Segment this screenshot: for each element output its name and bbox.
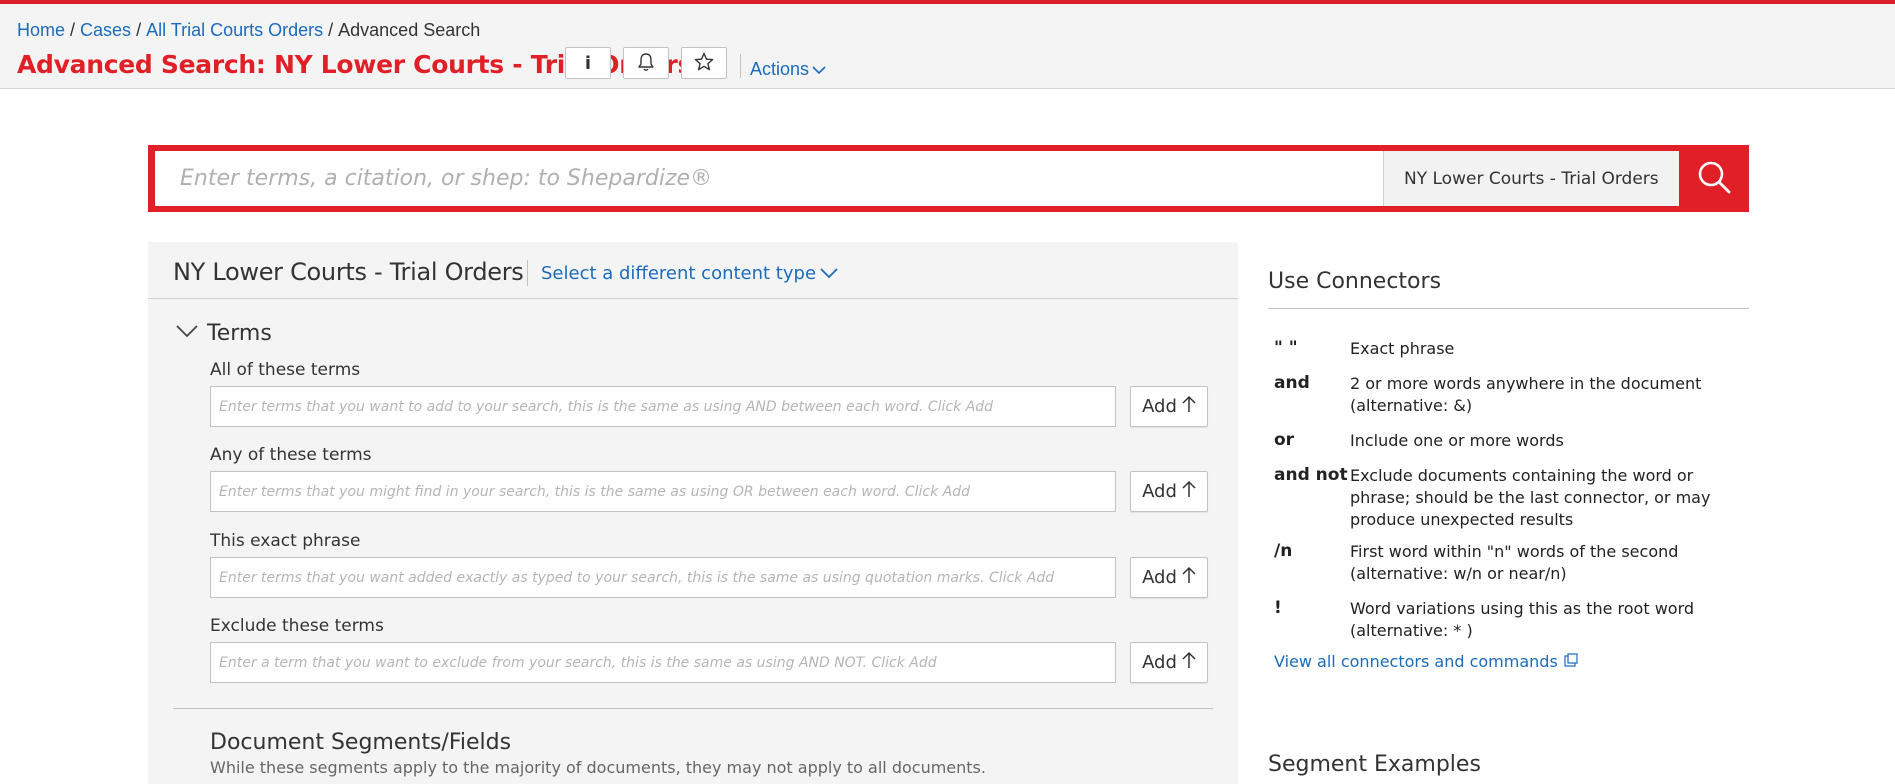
search-input[interactable] — [155, 151, 1383, 206]
connector-row: /n First word within "n" words of the se… — [1274, 541, 1735, 585]
add-button-label: Add — [1142, 481, 1177, 502]
add-button-label: Add — [1142, 652, 1177, 673]
breadcrumb-separator: / — [70, 20, 76, 40]
connector-description: Include one or more words — [1350, 431, 1564, 450]
all-terms-input[interactable] — [210, 386, 1116, 427]
exclude-terms-input[interactable] — [210, 642, 1116, 683]
exact-phrase-input[interactable] — [210, 557, 1116, 598]
view-all-connectors-label: View all connectors and commands — [1274, 652, 1558, 671]
breadcrumb-home[interactable]: Home — [17, 20, 65, 40]
select-content-type-link[interactable]: Select a different content type — [541, 263, 838, 284]
connector-description: Exact phrase — [1350, 339, 1455, 358]
connector-description: Exclude documents containing the word or… — [1350, 466, 1711, 529]
chevron-down-icon — [175, 323, 199, 344]
any-terms-input[interactable] — [210, 471, 1116, 512]
exclude-terms-label: Exclude these terms — [210, 616, 384, 636]
connector-symbol: " " — [1274, 338, 1298, 358]
connector-description: Word variations using this as the root w… — [1350, 599, 1695, 640]
section-divider — [173, 708, 1213, 709]
connector-symbol: and — [1274, 373, 1310, 393]
arrow-up-icon — [1182, 651, 1196, 674]
segment-examples-title: Segment Examples — [1268, 752, 1481, 777]
actions-menu[interactable]: Actions — [750, 59, 826, 80]
alert-button[interactable] — [623, 47, 669, 79]
info-icon: i — [584, 52, 592, 74]
all-terms-label: All of these terms — [210, 360, 361, 380]
connector-row: ! Word variations using this as the root… — [1274, 598, 1735, 642]
connector-description: 2 or more words anywhere in the document… — [1350, 374, 1702, 415]
connectors-title: Use Connectors — [1268, 269, 1442, 294]
content-type-header: NY Lower Courts - Trial Orders Select a … — [148, 242, 1238, 299]
breadcrumb-current: Advanced Search — [338, 20, 481, 40]
terms-section-toggle[interactable]: Terms — [175, 321, 272, 346]
content-type-title: NY Lower Courts - Trial Orders — [173, 258, 524, 286]
connector-row: " " Exact phrase — [1274, 338, 1735, 360]
breadcrumb-separator: / — [328, 20, 334, 40]
star-icon — [694, 52, 714, 75]
terms-section-label: Terms — [207, 321, 272, 346]
breadcrumb-cases[interactable]: Cases — [80, 20, 131, 40]
content-type-divider — [527, 260, 528, 286]
exact-phrase-add-button[interactable]: Add — [1130, 557, 1208, 598]
search-button[interactable] — [1679, 145, 1749, 212]
breadcrumb-separator: / — [136, 20, 142, 40]
advanced-search-form: NY Lower Courts - Trial Orders Select a … — [148, 242, 1238, 784]
search-scope-label: NY Lower Courts - Trial Orders — [1404, 168, 1659, 189]
exclude-terms-add-button[interactable]: Add — [1130, 642, 1208, 683]
breadcrumb: Home / Cases / All Trial Courts Orders / Advan… — [17, 20, 480, 41]
all-terms-add-button[interactable]: Add — [1130, 386, 1208, 427]
any-terms-label: Any of these terms — [210, 445, 372, 465]
view-all-connectors-link[interactable]: View all connectors and commands — [1274, 652, 1578, 671]
arrow-up-icon — [1182, 395, 1196, 418]
add-button-label: Add — [1142, 567, 1177, 588]
arrow-up-icon — [1182, 480, 1196, 503]
page-header: Home / Cases / All Trial Courts Orders / Advan… — [0, 4, 1895, 89]
favorite-button[interactable] — [681, 47, 727, 79]
connector-symbol: and not — [1274, 465, 1348, 485]
connector-row: and 2 or more words anywhere in the docu… — [1274, 373, 1735, 417]
connector-symbol: /n — [1274, 541, 1293, 561]
add-button-label: Add — [1142, 396, 1177, 417]
connector-row: or Include one or more words — [1274, 430, 1735, 452]
connectors-help-panel: Use Connectors " " Exact phrase and 2 or… — [1268, 242, 1749, 784]
search-icon — [1696, 159, 1732, 198]
chevron-down-icon — [820, 263, 838, 284]
select-content-type-label: Select a different content type — [541, 263, 817, 284]
search-scope[interactable]: NY Lower Courts - Trial Orders — [1383, 151, 1679, 206]
chevron-down-icon — [812, 59, 826, 80]
connector-description: First word within "n" words of the secon… — [1350, 542, 1679, 583]
external-link-icon — [1564, 652, 1578, 671]
search-bar: NY Lower Courts - Trial Orders — [148, 145, 1749, 212]
info-button[interactable]: i — [565, 47, 611, 79]
any-terms-add-button[interactable]: Add — [1130, 471, 1208, 512]
breadcrumb-all-trial-courts-orders[interactable]: All Trial Courts Orders — [146, 20, 323, 40]
connector-symbol: or — [1274, 430, 1295, 450]
header-divider — [740, 54, 741, 78]
bell-icon — [637, 52, 655, 75]
arrow-up-icon — [1182, 566, 1196, 589]
connectors-rule — [1268, 308, 1749, 309]
actions-label: Actions — [750, 59, 810, 79]
document-segments-subtitle: While these segments apply to the majori… — [210, 758, 986, 777]
document-segments-title: Document Segments/Fields — [210, 730, 512, 755]
connector-row: and not Exclude documents containing the… — [1274, 465, 1735, 531]
connector-symbol: ! — [1274, 598, 1282, 618]
exact-phrase-label: This exact phrase — [210, 531, 361, 551]
